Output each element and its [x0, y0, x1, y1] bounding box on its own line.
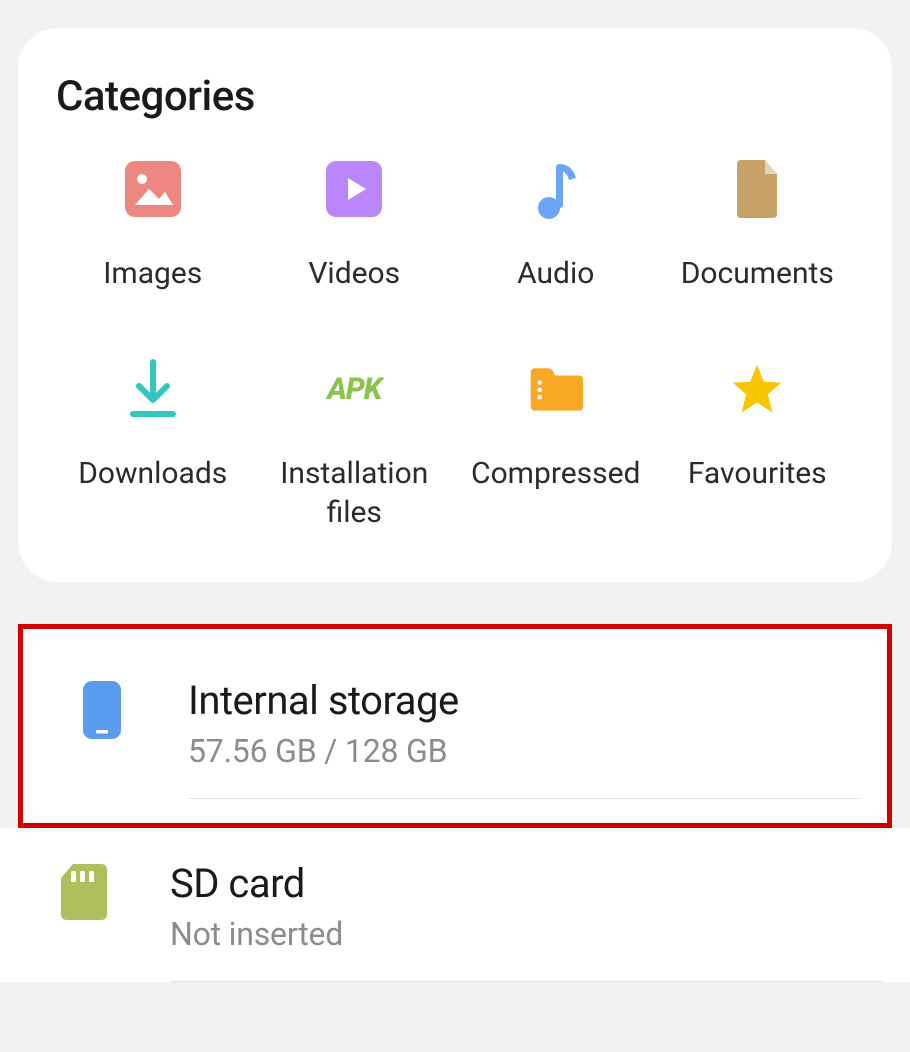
phone-icon: [76, 681, 128, 739]
category-label: Installation files: [280, 455, 428, 532]
category-compressed[interactable]: Compressed: [459, 361, 653, 532]
category-installation-files[interactable]: APK Installation files: [258, 361, 452, 532]
storage-sdcard[interactable]: SD card Not inserted: [0, 828, 910, 982]
storage-usage: 57.56 GB / 128 GB: [188, 732, 859, 770]
storage-body: Internal storage 57.56 GB / 128 GB: [188, 677, 859, 799]
category-label: Documents: [681, 255, 834, 293]
storage-title: SD card: [170, 860, 882, 907]
compressed-icon: [528, 361, 584, 417]
category-label: Videos: [308, 255, 400, 293]
storage-title: Internal storage: [188, 677, 859, 724]
category-images[interactable]: Images: [56, 161, 250, 293]
category-downloads[interactable]: Downloads: [56, 361, 250, 532]
categories-title: Categories: [56, 72, 854, 121]
star-icon: [729, 361, 785, 417]
categories-card: Categories Images Videos: [18, 28, 892, 582]
documents-icon: [729, 161, 785, 217]
storage-list: Internal storage 57.56 GB / 128 GB SD ca…: [0, 624, 910, 982]
sdcard-icon: [58, 864, 110, 920]
storage-status: Not inserted: [170, 915, 882, 953]
category-favourites[interactable]: Favourites: [661, 361, 855, 532]
categories-grid: Images Videos Audio: [56, 161, 854, 532]
audio-icon: [528, 161, 584, 217]
category-label: Compressed: [471, 455, 640, 493]
downloads-icon: [125, 361, 181, 417]
category-label: Downloads: [78, 455, 227, 493]
category-label: Images: [103, 255, 202, 293]
category-label: Favourites: [688, 455, 827, 493]
images-icon: [125, 161, 181, 217]
category-documents[interactable]: Documents: [661, 161, 855, 293]
storage-internal[interactable]: Internal storage 57.56 GB / 128 GB: [18, 624, 892, 828]
apk-icon: APK: [326, 361, 382, 417]
category-label: Audio: [517, 255, 594, 293]
storage-body: SD card Not inserted: [170, 860, 882, 982]
category-audio[interactable]: Audio: [459, 161, 653, 293]
videos-icon: [326, 161, 382, 217]
category-videos[interactable]: Videos: [258, 161, 452, 293]
